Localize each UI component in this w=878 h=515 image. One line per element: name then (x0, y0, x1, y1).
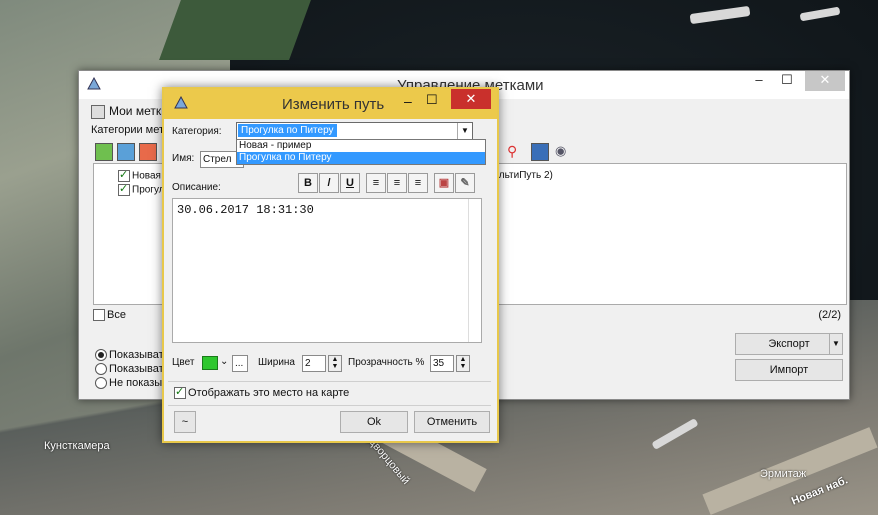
edit-category-icon[interactable] (117, 143, 135, 161)
italic-button[interactable]: / (319, 173, 339, 193)
show-on-map-checkbox[interactable] (174, 385, 186, 400)
import-button[interactable]: Импорт (735, 359, 843, 381)
minimize-button[interactable]: – (404, 93, 412, 109)
all-checkbox[interactable] (93, 309, 105, 322)
style-row: Цвет ⌄ ... Ширина 2 ▲ ▼ Прозрачность % 35… (172, 355, 492, 373)
show-on-map-label: Отображать это место на карте (188, 387, 350, 399)
chevron-down-icon[interactable]: ▼ (829, 334, 842, 354)
map-label: Эрмитаж (760, 468, 807, 480)
ok-button[interactable]: Ok (340, 411, 408, 433)
maximize-button[interactable]: ☐ (426, 92, 438, 108)
item-checkbox[interactable] (118, 168, 130, 182)
all-label: Все (107, 309, 126, 321)
radio-option[interactable]: Показывать (95, 362, 169, 376)
width-label: Ширина (258, 357, 295, 368)
cancel-button[interactable]: Отменить (414, 411, 490, 433)
eye-icon[interactable]: ◉ (555, 143, 571, 159)
dropdown-option[interactable]: Прогулка по Питеру (237, 152, 485, 164)
map-label: Кунсткамера (44, 440, 110, 452)
radio-button[interactable] (95, 363, 107, 376)
vertical-scrollbar[interactable] (468, 199, 481, 342)
color-swatch[interactable] (202, 356, 218, 370)
radio-button[interactable] (95, 349, 107, 362)
width-field[interactable]: 2 (302, 355, 326, 372)
app-icon (87, 77, 101, 90)
image-icon[interactable]: ▣ (434, 173, 454, 193)
radio-label: Не показыв (109, 377, 169, 389)
display-radio-group: Показывать Показывать Не показыв (95, 348, 169, 390)
edit-path-dialog: Изменить путь – ☐ ✕ Категория: Прогулка … (162, 87, 499, 443)
more-colors-button[interactable]: ... (232, 355, 248, 372)
minimize-button[interactable]: – (749, 71, 769, 91)
name-label: Имя: (172, 153, 195, 164)
close-button[interactable]: ✕ (805, 71, 845, 91)
my-markers-heading: Мои метки (91, 104, 168, 119)
map-boat (689, 5, 751, 25)
align-center-icon[interactable]: ≡ (387, 173, 407, 193)
opacity-label: Прозрачность % (348, 357, 425, 368)
app-icon (174, 96, 188, 109)
description-text: 30.06.2017 18:31:30 (177, 203, 314, 217)
align-left-icon[interactable]: ≡ (366, 173, 386, 193)
divider (168, 381, 491, 382)
chevron-down-icon[interactable]: ⌄ (220, 356, 228, 367)
export-button[interactable]: Экспорт ▼ (735, 333, 843, 355)
align-right-icon[interactable]: ≡ (408, 173, 428, 193)
radio-option[interactable]: Показывать (95, 348, 169, 362)
radio-button[interactable] (95, 377, 107, 390)
categories-label: Категории мет (91, 124, 165, 136)
width-spinner[interactable]: ▲ ▼ (328, 355, 342, 372)
radio-label: Показывать (109, 363, 170, 375)
radio-option[interactable]: Не показыв (95, 376, 169, 390)
category-dropdown: Новая - пример Прогулка по Питеру (236, 139, 486, 165)
tilde-button[interactable]: ~ (174, 411, 196, 433)
underline-button[interactable]: U (340, 173, 360, 193)
map-park (159, 0, 311, 60)
category-selected-value: Прогулка по Питеру (238, 124, 337, 137)
opacity-spinner[interactable]: ▲ ▼ (456, 355, 470, 372)
opacity-field[interactable]: 35 (430, 355, 454, 372)
dialog-title: Изменить путь (282, 96, 385, 113)
list-item[interactable]: Новая - (118, 168, 167, 182)
chevron-down-icon[interactable]: ▼ (457, 123, 472, 139)
category-select[interactable]: Прогулка по Питеру ▼ (236, 122, 473, 140)
section-title-text: Мои метки (109, 104, 168, 118)
category-label: Категория: (172, 126, 222, 137)
dialog-titlebar: Изменить путь – ☐ ✕ (164, 89, 497, 119)
dropdown-option[interactable]: Новая - пример (237, 140, 485, 152)
all-checkbox-row[interactable]: Все (93, 309, 126, 322)
markers-list-icon (91, 104, 105, 119)
marker-icon[interactable]: ⚲ (507, 143, 523, 159)
color-label: Цвет (172, 357, 195, 368)
item-checkbox[interactable] (118, 182, 130, 196)
divider (168, 405, 491, 406)
save-icon[interactable] (531, 143, 549, 161)
bold-button[interactable]: B (298, 173, 318, 193)
radio-label: Показывать (109, 349, 170, 361)
maximize-button[interactable]: ☐ (777, 71, 797, 91)
show-on-map-row[interactable]: Отображать это место на карте (174, 385, 350, 400)
markers-count: (2/2) (818, 309, 841, 321)
map-boat (799, 6, 841, 22)
description-label: Описание: (172, 182, 221, 193)
description-textarea[interactable]: 30.06.2017 18:31:30 (172, 198, 482, 343)
add-category-icon[interactable] (95, 143, 113, 161)
list-right-text: ультиПуть 2) (494, 170, 553, 181)
close-button[interactable]: ✕ (451, 89, 491, 109)
export-label: Экспорт (768, 338, 810, 350)
delete-category-icon[interactable] (139, 143, 157, 161)
eraser-icon[interactable]: ✎ (455, 173, 475, 193)
